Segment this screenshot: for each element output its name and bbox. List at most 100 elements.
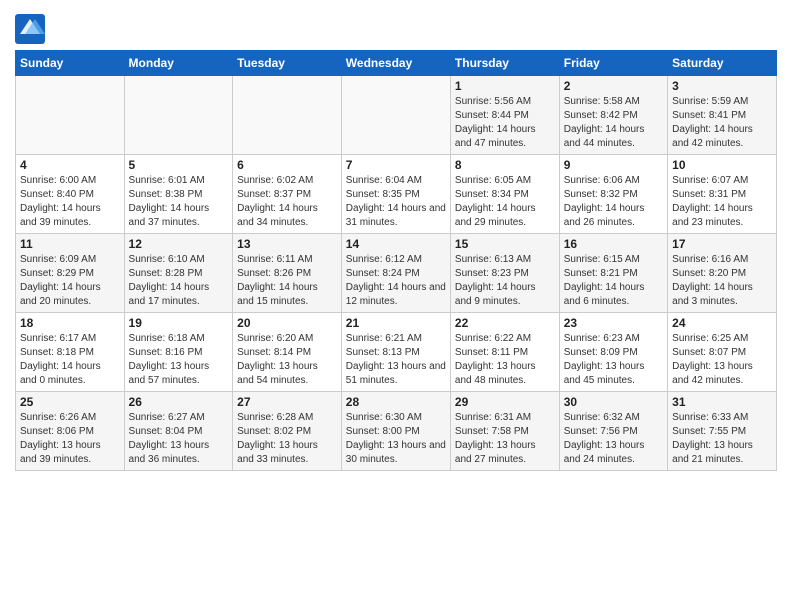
day-cell: 22 Sunrise: 6:22 AM Sunset: 8:11 PM Dayli… (450, 313, 559, 392)
page-header (15, 10, 777, 44)
day-number: 3 (672, 79, 772, 93)
day-cell: 16Sunrise: 6:15 AM Sunset: 8:21 PM Dayli… (559, 234, 667, 313)
day-header-monday: Monday (124, 51, 233, 76)
day-cell: 5Sunrise: 6:01 AM Sunset: 8:38 PM Daylig… (124, 155, 233, 234)
day-number: 4 (20, 158, 120, 172)
day-detail: Sunrise: 6:27 AM Sunset: 8:04 PM Dayligh… (129, 411, 229, 467)
day-number: 6 (237, 158, 337, 172)
day-number: 12 (129, 237, 229, 251)
day-detail: Sunrise: 6:17 AM Sunset: 8:18 PM Dayligh… (20, 332, 120, 388)
day-cell (124, 76, 233, 155)
logo (15, 14, 49, 44)
day-number: 21 (346, 316, 446, 330)
day-cell: 25Sunrise: 6:26 AM Sunset: 8:06 PM Dayli… (16, 392, 125, 471)
day-number: 19 (129, 316, 229, 330)
day-detail: Sunrise: 6:05 AM Sunset: 8:34 PM Dayligh… (455, 174, 555, 230)
day-cell: 14 Sunrise: 6:12 AM Sunset: 8:24 PM Dayli… (341, 234, 450, 313)
day-number: 7 (346, 158, 446, 172)
week-row-5: 25Sunrise: 6:26 AM Sunset: 8:06 PM Dayli… (16, 392, 777, 471)
day-cell: 13 Sunrise: 6:11 AM Sunset: 8:26 PM Dayli… (233, 234, 342, 313)
day-number: 30 (564, 395, 663, 409)
day-header-thursday: Thursday (450, 51, 559, 76)
calendar-body: 1 Sunrise: 5:56 AM Sunset: 8:44 PM Daylig… (16, 76, 777, 471)
day-cell: 8 Sunrise: 6:05 AM Sunset: 8:34 PM Daylig… (450, 155, 559, 234)
day-number: 1 (455, 79, 555, 93)
day-cell: 19Sunrise: 6:18 AM Sunset: 8:16 PM Dayli… (124, 313, 233, 392)
day-cell: 20Sunrise: 6:20 AM Sunset: 8:14 PM Dayli… (233, 313, 342, 392)
day-detail: Sunrise: 6:15 AM Sunset: 8:21 PM Dayligh… (564, 253, 663, 309)
day-cell: 31 Sunrise: 6:33 AM Sunset: 7:55 PM Dayli… (668, 392, 777, 471)
day-cell: 7 Sunrise: 6:04 AM Sunset: 8:35 PM Daylig… (341, 155, 450, 234)
day-cell: 1 Sunrise: 5:56 AM Sunset: 8:44 PM Daylig… (450, 76, 559, 155)
day-number: 22 (455, 316, 555, 330)
day-cell: 26 Sunrise: 6:27 AM Sunset: 8:04 PM Dayli… (124, 392, 233, 471)
day-cell: 24 Sunrise: 6:25 AM Sunset: 8:07 PM Dayli… (668, 313, 777, 392)
calendar-table: SundayMondayTuesdayWednesdayThursdayFrid… (15, 50, 777, 471)
day-detail: Sunrise: 6:25 AM Sunset: 8:07 PM Dayligh… (672, 332, 772, 388)
day-detail: Sunrise: 6:06 AM Sunset: 8:32 PM Dayligh… (564, 174, 663, 230)
logo-icon (15, 14, 45, 44)
day-cell: 23Sunrise: 6:23 AM Sunset: 8:09 PM Dayli… (559, 313, 667, 392)
day-number: 14 (346, 237, 446, 251)
days-of-week-row: SundayMondayTuesdayWednesdayThursdayFrid… (16, 51, 777, 76)
day-cell: 6 Sunrise: 6:02 AM Sunset: 8:37 PM Daylig… (233, 155, 342, 234)
day-number: 8 (455, 158, 555, 172)
day-number: 13 (237, 237, 337, 251)
day-header-friday: Friday (559, 51, 667, 76)
day-cell: 9 Sunrise: 6:06 AM Sunset: 8:32 PM Daylig… (559, 155, 667, 234)
day-number: 26 (129, 395, 229, 409)
day-detail: Sunrise: 6:20 AM Sunset: 8:14 PM Dayligh… (237, 332, 337, 388)
day-cell: 28 Sunrise: 6:30 AM Sunset: 8:00 PM Dayli… (341, 392, 450, 471)
day-detail: Sunrise: 6:23 AM Sunset: 8:09 PM Dayligh… (564, 332, 663, 388)
day-number: 2 (564, 79, 663, 93)
day-detail: Sunrise: 6:00 AM Sunset: 8:40 PM Dayligh… (20, 174, 120, 230)
day-detail: Sunrise: 6:10 AM Sunset: 8:28 PM Dayligh… (129, 253, 229, 309)
day-header-tuesday: Tuesday (233, 51, 342, 76)
day-number: 18 (20, 316, 120, 330)
day-detail: Sunrise: 6:02 AM Sunset: 8:37 PM Dayligh… (237, 174, 337, 230)
day-header-sunday: Sunday (16, 51, 125, 76)
day-number: 25 (20, 395, 120, 409)
day-cell: 12 Sunrise: 6:10 AM Sunset: 8:28 PM Dayli… (124, 234, 233, 313)
week-row-1: 1 Sunrise: 5:56 AM Sunset: 8:44 PM Daylig… (16, 76, 777, 155)
day-detail: Sunrise: 5:59 AM Sunset: 8:41 PM Dayligh… (672, 95, 772, 151)
day-detail: Sunrise: 6:07 AM Sunset: 8:31 PM Dayligh… (672, 174, 772, 230)
day-detail: Sunrise: 6:16 AM Sunset: 8:20 PM Dayligh… (672, 253, 772, 309)
day-header-saturday: Saturday (668, 51, 777, 76)
day-cell: 11 Sunrise: 6:09 AM Sunset: 8:29 PM Dayli… (16, 234, 125, 313)
day-detail: Sunrise: 6:28 AM Sunset: 8:02 PM Dayligh… (237, 411, 337, 467)
day-number: 15 (455, 237, 555, 251)
day-number: 9 (564, 158, 663, 172)
day-cell: 3 Sunrise: 5:59 AM Sunset: 8:41 PM Daylig… (668, 76, 777, 155)
day-cell (341, 76, 450, 155)
day-detail: Sunrise: 6:11 AM Sunset: 8:26 PM Dayligh… (237, 253, 337, 309)
week-row-2: 4 Sunrise: 6:00 AM Sunset: 8:40 PM Daylig… (16, 155, 777, 234)
day-detail: Sunrise: 6:12 AM Sunset: 8:24 PM Dayligh… (346, 253, 446, 309)
day-detail: Sunrise: 6:21 AM Sunset: 8:13 PM Dayligh… (346, 332, 446, 388)
day-detail: Sunrise: 6:30 AM Sunset: 8:00 PM Dayligh… (346, 411, 446, 467)
day-number: 17 (672, 237, 772, 251)
day-number: 28 (346, 395, 446, 409)
day-detail: Sunrise: 6:13 AM Sunset: 8:23 PM Dayligh… (455, 253, 555, 309)
day-cell: 15 Sunrise: 6:13 AM Sunset: 8:23 PM Dayli… (450, 234, 559, 313)
day-detail: Sunrise: 5:56 AM Sunset: 8:44 PM Dayligh… (455, 95, 555, 151)
day-detail: Sunrise: 6:09 AM Sunset: 8:29 PM Dayligh… (20, 253, 120, 309)
day-detail: Sunrise: 6:04 AM Sunset: 8:35 PM Dayligh… (346, 174, 446, 230)
day-detail: Sunrise: 6:33 AM Sunset: 7:55 PM Dayligh… (672, 411, 772, 467)
calendar-header: SundayMondayTuesdayWednesdayThursdayFrid… (16, 51, 777, 76)
day-number: 5 (129, 158, 229, 172)
day-number: 10 (672, 158, 772, 172)
day-detail: Sunrise: 6:31 AM Sunset: 7:58 PM Dayligh… (455, 411, 555, 467)
day-number: 29 (455, 395, 555, 409)
day-number: 31 (672, 395, 772, 409)
day-cell (233, 76, 342, 155)
day-number: 24 (672, 316, 772, 330)
day-cell: 21 Sunrise: 6:21 AM Sunset: 8:13 PM Dayli… (341, 313, 450, 392)
day-number: 11 (20, 237, 120, 251)
day-detail: Sunrise: 6:22 AM Sunset: 8:11 PM Dayligh… (455, 332, 555, 388)
day-cell: 2 Sunrise: 5:58 AM Sunset: 8:42 PM Daylig… (559, 76, 667, 155)
day-cell: 18 Sunrise: 6:17 AM Sunset: 8:18 PM Dayli… (16, 313, 125, 392)
day-detail: Sunrise: 5:58 AM Sunset: 8:42 PM Dayligh… (564, 95, 663, 151)
day-cell: 4 Sunrise: 6:00 AM Sunset: 8:40 PM Daylig… (16, 155, 125, 234)
day-number: 27 (237, 395, 337, 409)
